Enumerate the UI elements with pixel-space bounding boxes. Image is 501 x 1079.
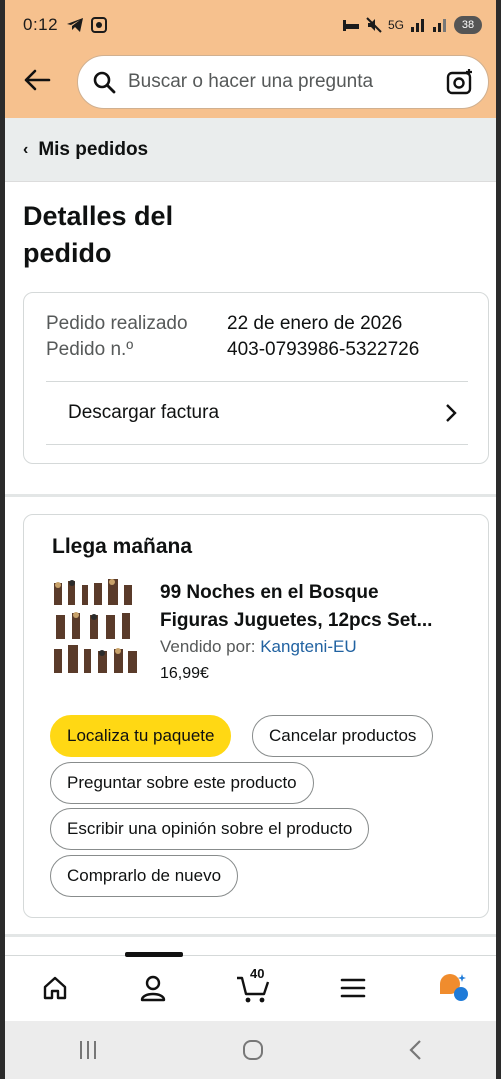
- home-icon: [43, 976, 67, 1000]
- camera-search-icon[interactable]: [446, 68, 474, 96]
- breadcrumb[interactable]: ‹ Mis pedidos: [5, 118, 496, 182]
- download-invoice-label: Descargar factura: [68, 402, 220, 423]
- buy-again-button[interactable]: Comprarlo de nuevo: [50, 855, 239, 897]
- tab-home[interactable]: [35, 968, 75, 1008]
- order-placed-label: Pedido realizado: [46, 313, 188, 334]
- chevron-right-icon: [446, 404, 457, 422]
- mute-icon: [366, 17, 382, 33]
- tab-menu[interactable]: [333, 968, 373, 1008]
- ask-product-button[interactable]: Preguntar sobre este producto: [50, 762, 314, 804]
- chevron-left-icon: ‹: [23, 140, 29, 158]
- seller-link[interactable]: Kangteni-EU: [260, 637, 356, 656]
- section-divider-2: [5, 934, 496, 937]
- bed-icon: [342, 20, 359, 31]
- product-price: 16,99€: [160, 665, 209, 682]
- download-invoice-row[interactable]: Descargar factura: [46, 381, 468, 445]
- write-review-button[interactable]: Escribir una opinión sobre el producto: [50, 808, 370, 850]
- sold-by: Vendido por: Kangteni-EU: [160, 637, 357, 656]
- delivery-status: Llega mañana: [52, 535, 193, 558]
- telegram-icon: [67, 18, 84, 32]
- order-number-label: Pedido n.º: [46, 339, 134, 360]
- battery-indicator: 38: [454, 16, 482, 34]
- tab-account[interactable]: [133, 968, 173, 1008]
- tab-cart[interactable]: 40: [233, 966, 273, 1008]
- page-title: Detalles del pedido: [23, 201, 174, 268]
- network-label: 5G: [387, 18, 404, 32]
- order-placed-date: 22 de enero de 2026: [227, 313, 403, 334]
- back-button[interactable]: [19, 62, 55, 98]
- person-icon: [140, 975, 166, 1002]
- cancel-items-button[interactable]: Cancelar productos: [252, 715, 434, 757]
- search-input[interactable]: Buscar o hacer una pregunta: [128, 71, 446, 93]
- back-nav-icon[interactable]: [406, 1038, 426, 1062]
- cart-count-badge: 40: [250, 966, 265, 981]
- status-bar: 0:12 5G 38: [5, 0, 496, 50]
- signal-icon-2: [433, 19, 446, 32]
- search-bar[interactable]: Buscar o hacer una pregunta: [77, 55, 489, 109]
- recent-apps-icon[interactable]: [76, 1039, 100, 1061]
- product-title-link[interactable]: 99 Noches en el Bosque Figuras Juguetes,…: [160, 579, 470, 635]
- search-icon: [93, 71, 116, 94]
- active-tab-indicator: [125, 952, 183, 957]
- tab-rufus[interactable]: [433, 968, 473, 1008]
- status-time: 0:12: [23, 15, 59, 34]
- app-header: 0:12 5G 38 Buscar o hacer una pregunta: [5, 0, 496, 118]
- system-nav-bar: [5, 1021, 496, 1079]
- track-package-button[interactable]: Localiza tu paquete: [50, 715, 232, 757]
- breadcrumb-label: Mis pedidos: [38, 138, 149, 160]
- order-number: 403-0793986-5322726: [227, 339, 420, 360]
- order-info-card: Pedido realizado 22 de enero de 2026 Ped…: [23, 292, 489, 464]
- app-frame: 0:12 5G 38 Buscar o hacer una pregunta ‹…: [0, 0, 501, 1079]
- signal-icon: [411, 19, 424, 32]
- section-divider: [5, 494, 496, 497]
- home-circle-icon[interactable]: [241, 1038, 265, 1062]
- bottom-tab-bar: 40: [5, 952, 496, 1021]
- screenshot-icon: [91, 17, 108, 33]
- back-arrow-icon: [24, 69, 51, 91]
- assistant-chat-icon: [440, 974, 468, 1001]
- menu-icon: [340, 978, 366, 998]
- product-thumbnail[interactable]: [50, 579, 142, 679]
- shipment-card: Llega mañana 99 Noches en el Bosque Figu…: [23, 514, 489, 918]
